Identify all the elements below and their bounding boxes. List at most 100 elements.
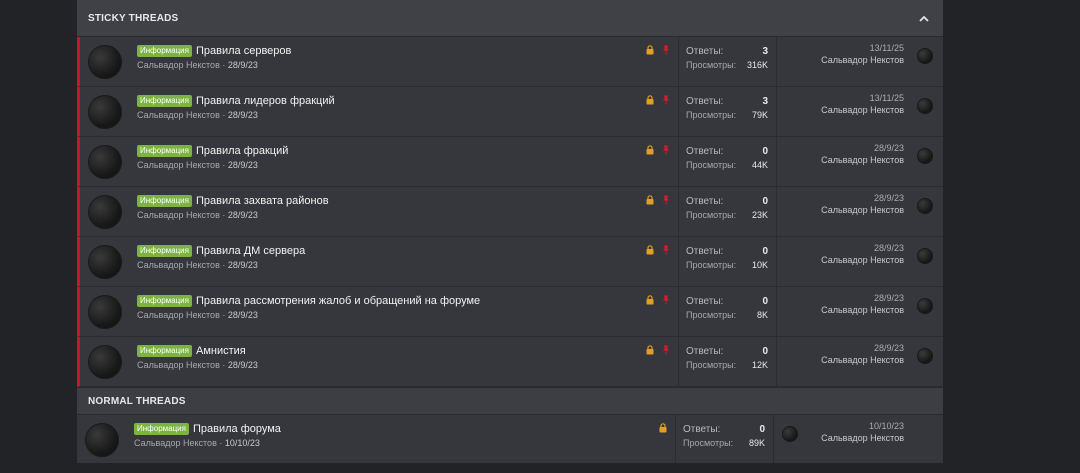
thread-start-date[interactable]: 10/10/23 xyxy=(225,438,260,448)
thread-title-link[interactable]: Правила захвата районов xyxy=(196,195,329,207)
last-post-info: 28/9/23 Сальвадор Некстов xyxy=(821,193,904,215)
last-post-date[interactable]: 13/11/25 xyxy=(821,93,904,103)
author-avatar[interactable] xyxy=(85,423,119,457)
thread-prefix-badge[interactable]: Информация xyxy=(137,95,192,107)
collapse-sticky-button[interactable] xyxy=(916,10,932,26)
normal-threads-header: NORMAL THREADS xyxy=(77,387,943,415)
last-post-date[interactable]: 28/9/23 xyxy=(821,293,904,303)
last-poster-avatar[interactable] xyxy=(917,348,933,364)
thread-row[interactable]: Информация Правила серверов Сальвадор Некс… xyxy=(77,37,943,87)
last-poster-avatar[interactable] xyxy=(782,426,798,442)
last-post-date[interactable]: 28/9/23 xyxy=(821,193,904,203)
last-poster-avatar[interactable] xyxy=(917,298,933,314)
author-avatar[interactable] xyxy=(88,95,122,129)
thread-row[interactable]: Информация Правила лидеров фракций Сальвад… xyxy=(77,87,943,137)
author-avatar[interactable] xyxy=(88,145,122,179)
thread-stats: Ответы: 3 Просмотры: 79K xyxy=(678,87,776,136)
thread-start-date[interactable]: 28/9/23 xyxy=(228,110,258,120)
thread-author-link[interactable]: Сальвадор Некстов xyxy=(137,160,220,170)
replies-stat: Ответы: 3 xyxy=(686,45,768,58)
normal-thread-list: Информация Правила форума Сальвадор Нексто… xyxy=(77,415,943,463)
replies-count: 0 xyxy=(759,424,765,435)
thread-row[interactable]: Информация Правила рассмотрения жалоб и о… xyxy=(77,287,943,337)
thread-prefix-badge[interactable]: Информация xyxy=(137,345,192,357)
replies-stat: Ответы: 0 xyxy=(686,195,768,208)
replies-label: Ответы: xyxy=(683,424,721,435)
thread-start-date[interactable]: 28/9/23 xyxy=(228,360,258,370)
thread-prefix-badge[interactable]: Информация xyxy=(134,423,189,435)
thread-author-link[interactable]: Сальвадор Некстов xyxy=(137,210,220,220)
thread-text: Информация Правила ДМ сервера Сальвадор Не… xyxy=(137,244,305,270)
lock-icon xyxy=(646,195,654,205)
thread-row[interactable]: Информация Амнистия Сальвадор Некстов · 28… xyxy=(77,337,943,387)
author-avatar[interactable] xyxy=(88,345,122,379)
last-post-user[interactable]: Сальвадор Некстов xyxy=(821,55,904,65)
last-post-user[interactable]: Сальвадор Некстов xyxy=(821,205,904,215)
last-post-user[interactable]: Сальвадор Некстов xyxy=(821,155,904,165)
replies-count: 0 xyxy=(762,296,768,307)
last-post-user[interactable]: Сальвадор Некстов xyxy=(821,255,904,265)
thread-meta: Сальвадор Некстов · 28/9/23 xyxy=(137,310,480,320)
last-post-date[interactable]: 28/9/23 xyxy=(821,243,904,253)
thread-author-link[interactable]: Сальвадор Некстов xyxy=(137,260,220,270)
author-avatar[interactable] xyxy=(88,245,122,279)
thread-author-link[interactable]: Сальвадор Некстов xyxy=(137,110,220,120)
last-poster-avatar[interactable] xyxy=(917,248,933,264)
thread-title-link[interactable]: Правила лидеров фракций xyxy=(196,95,335,107)
replies-count: 0 xyxy=(762,146,768,157)
thread-text: Информация Правила лидеров фракций Сальвад… xyxy=(137,94,335,120)
sticky-thread-list: Информация Правила серверов Сальвадор Некс… xyxy=(77,37,943,387)
last-post-info: 28/9/23 Сальвадор Некстов xyxy=(821,293,904,315)
lock-icon xyxy=(646,95,654,105)
last-post-user[interactable]: Сальвадор Некстов xyxy=(821,433,904,443)
thread-row[interactable]: Информация Правила захвата районов Сальвад… xyxy=(77,187,943,237)
thread-start-date[interactable]: 28/9/23 xyxy=(228,60,258,70)
replies-label: Ответы: xyxy=(686,146,724,157)
thread-title-link[interactable]: Правила форума xyxy=(193,423,281,435)
last-post-user[interactable]: Сальвадор Некстов xyxy=(821,355,904,365)
last-post-date[interactable]: 28/9/23 xyxy=(821,143,904,153)
thread-start-date[interactable]: 28/9/23 xyxy=(228,310,258,320)
thread-title-link[interactable]: Правила фракций xyxy=(196,145,288,157)
thread-title-link[interactable]: Правила серверов xyxy=(196,45,291,57)
last-poster-avatar[interactable] xyxy=(917,98,933,114)
thread-author-link[interactable]: Сальвадор Некстов xyxy=(137,360,220,370)
thread-prefix-badge[interactable]: Информация xyxy=(137,145,192,157)
thread-last-post: 28/9/23 Сальвадор Некстов xyxy=(776,137,943,186)
thumbtack-icon xyxy=(663,145,669,155)
last-post-user[interactable]: Сальвадор Некстов xyxy=(821,105,904,115)
thread-start-date[interactable]: 28/9/23 xyxy=(228,160,258,170)
thread-title-link[interactable]: Амнистия xyxy=(196,345,246,357)
thread-status-icons xyxy=(659,423,667,433)
last-post-date[interactable]: 13/11/25 xyxy=(821,43,904,53)
thread-prefix-badge[interactable]: Информация xyxy=(137,195,192,207)
thread-title-link[interactable]: Правила ДМ сервера xyxy=(196,245,305,257)
thread-author-link[interactable]: Сальвадор Некстов xyxy=(137,60,220,70)
thread-prefix-badge[interactable]: Информация xyxy=(137,45,192,57)
last-post-date[interactable]: 28/9/23 xyxy=(821,343,904,353)
thread-last-post: 28/9/23 Сальвадор Некстов xyxy=(776,187,943,236)
last-post-user[interactable]: Сальвадор Некстов xyxy=(821,305,904,315)
last-poster-avatar[interactable] xyxy=(917,148,933,164)
thread-row[interactable]: Информация Правила фракций Сальвадор Некст… xyxy=(77,137,943,187)
thread-title-link[interactable]: Правила рассмотрения жалоб и обращений н… xyxy=(196,295,480,307)
thread-meta: Сальвадор Некстов · 28/9/23 xyxy=(137,210,329,220)
thumbtack-icon xyxy=(663,345,669,355)
author-avatar[interactable] xyxy=(88,195,122,229)
thread-main: Информация Правила ДМ сервера Сальвадор Не… xyxy=(80,237,678,286)
thread-start-date[interactable]: 28/9/23 xyxy=(228,210,258,220)
last-poster-avatar[interactable] xyxy=(917,48,933,64)
last-poster-avatar[interactable] xyxy=(917,198,933,214)
thread-prefix-badge[interactable]: Информация xyxy=(137,295,192,307)
thread-main: Информация Амнистия Сальвадор Некстов · 28… xyxy=(80,337,678,386)
thread-row[interactable]: Информация Правила ДМ сервера Сальвадор Не… xyxy=(77,237,943,287)
thread-row[interactable]: Информация Правила форума Сальвадор Нексто… xyxy=(77,415,943,463)
thread-status-icons xyxy=(646,45,670,55)
author-avatar[interactable] xyxy=(88,45,122,79)
thread-start-date[interactable]: 28/9/23 xyxy=(228,260,258,270)
thread-prefix-badge[interactable]: Информация xyxy=(137,245,192,257)
last-post-date[interactable]: 10/10/23 xyxy=(821,421,904,431)
thread-author-link[interactable]: Сальвадор Некстов xyxy=(137,310,220,320)
author-avatar[interactable] xyxy=(88,295,122,329)
thread-author-link[interactable]: Сальвадор Некстов xyxy=(134,438,217,448)
